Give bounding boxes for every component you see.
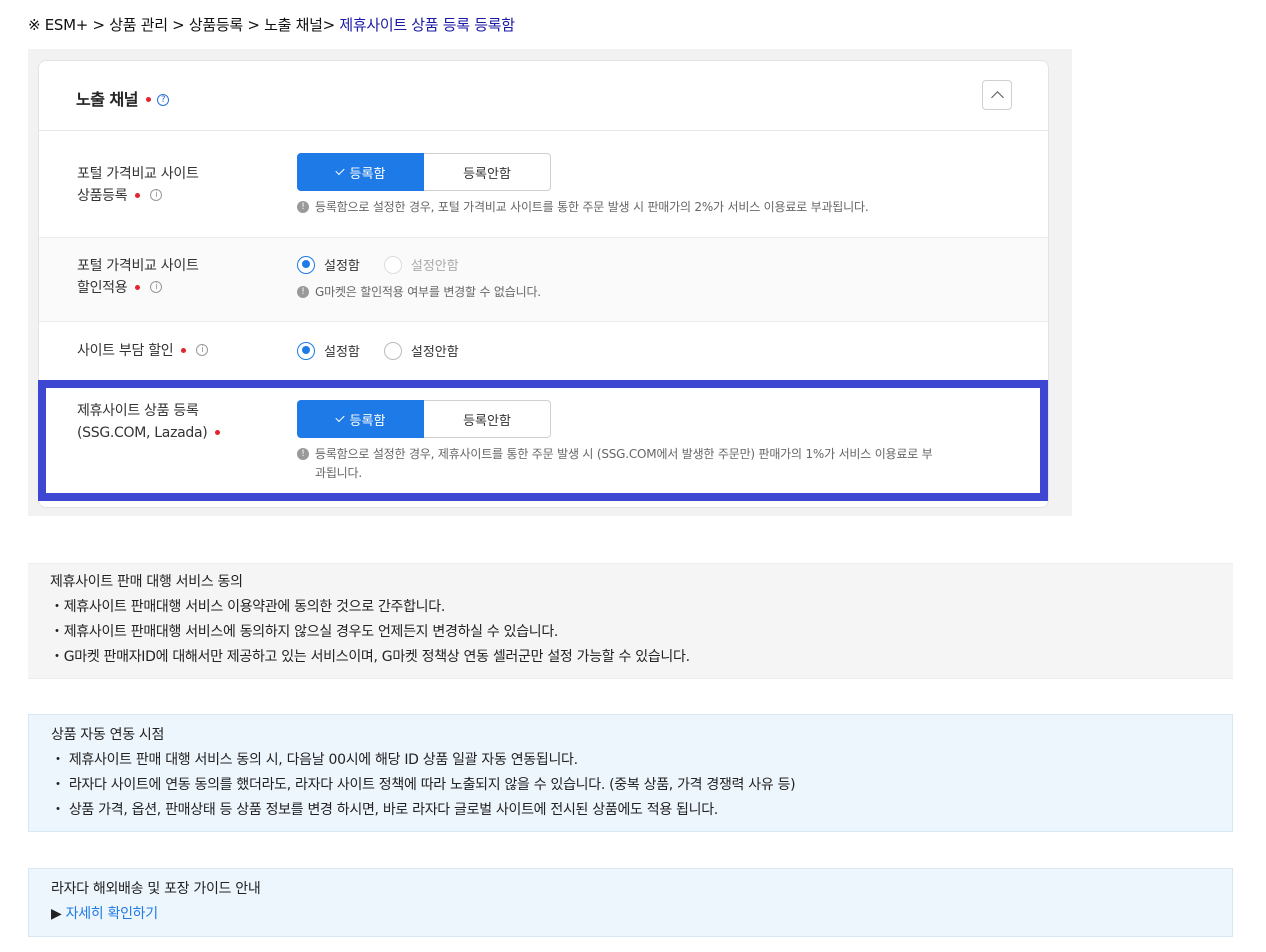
panel-header: 노출 채널? [39,61,1048,131]
guide-box: 라자다 해외배송 및 포장 가이드 안내 ▶ 자세히 확인하기 [28,868,1233,937]
register-on-label: 등록함 [349,166,386,182]
row-note-text: G마켓은 할인적용 여부를 변경할 수 없습니다. [315,285,541,299]
radio-set-on[interactable] [297,255,315,274]
breadcrumb: ※ ESM+ > 상품 관리 > 상품등록 > 노출 채널> 제휴사이트 상품 … [28,14,515,35]
register-off-label: 등록안함 [463,166,511,182]
required-dot [135,284,141,290]
row-label-text: 사이트 부담 할인 [77,343,174,359]
chevron-up-icon [991,91,1004,104]
register-off-button[interactable]: 등록안함 [424,153,551,191]
radio-set-off [383,255,402,274]
required-dot [181,347,187,353]
site-discount-radio-group: 설정함 설정안함 [297,341,483,360]
panel-title: 노출 채널? [76,86,169,110]
radio-set-on-label: 설정함 [324,345,360,360]
discount-radio-group: 설정함 설정안함 [297,255,483,274]
collapse-button[interactable] [982,80,1012,110]
registration-toggle: 등록함 등록안함 [297,153,551,191]
row-note-text: 등록함으로 설정한 경우, 포털 가격비교 사이트를 통한 주문 발생 시 판매… [315,200,869,214]
row-label: 사이트 부담 할인 i [77,340,209,362]
row-label-line2: 할인적용 [77,280,128,296]
info-icon[interactable]: i [196,344,209,356]
register-on-button[interactable]: 등록함 [297,153,424,191]
check-icon [334,165,345,176]
agreement-item: ・제휴사이트 판매대행 서비스 이용약관에 동의한 것으로 간주합니다. [50,599,445,615]
notice-icon: ! [297,200,309,213]
play-arrow-icon: ▶ [51,906,66,922]
row-portal-registration: 포털 가격비교 사이트 상품등록 i 등록함 등록안함 ! 등록함으로 설정한 경우… [39,131,1048,238]
row-portal-discount: 포털 가격비교 사이트 할인적용 i 설정함 설정안함 ! G마켓은 할인적용 여부… [39,238,1048,322]
info-icon[interactable]: i [150,189,163,201]
required-dot [135,192,141,198]
agreement-item: ・G마켓 판매자ID에 대해서만 제공하고 있는 서비스이며, G마켓 정책상 … [50,649,690,665]
radio-set-off[interactable] [383,341,402,360]
sync-title: 상품 자동 연동 시점 [51,727,165,743]
breadcrumb-path: ※ ESM+ > 상품 관리 > 상품등록 > 노출 채널> [28,16,340,34]
sync-item: ・ 상품 가격, 옵션, 판매상태 등 상품 정보를 변경 하시면, 바로 라자… [51,802,718,818]
panel-title-text: 노출 채널 [76,90,138,109]
guide-detail-link[interactable]: 자세히 확인하기 [66,906,159,922]
agreement-box: 제휴사이트 판매 대행 서비스 동의 ・제휴사이트 판매대행 서비스 이용약관에… [28,563,1233,679]
sync-box: 상품 자동 연동 시점 ・ 제휴사이트 판매 대행 서비스 동의 시, 다음날 … [28,714,1233,832]
sync-item: ・ 라자다 사이트에 연동 동의를 했더라도, 라자다 사이트 정책에 따라 노… [51,777,796,793]
row-label-line1: 포털 가격비교 사이트 [77,258,199,274]
radio-set-off-label: 설정안함 [410,345,459,360]
info-icon[interactable]: i [150,281,163,293]
radio-set-on[interactable] [297,341,315,360]
help-icon[interactable]: ? [156,93,169,106]
row-label-line1: 포털 가격비교 사이트 [77,166,199,182]
highlight-frame [38,380,1048,501]
row-label: 포털 가격비교 사이트 할인적용 i [77,255,199,299]
row-site-discount: 사이트 부담 할인 i 설정함 설정안함 [39,322,1048,382]
row-note: ! G마켓은 할인적용 여부를 변경할 수 없습니다. [297,283,541,302]
radio-set-off-label: 설정안함 [410,259,459,274]
agreement-title: 제휴사이트 판매 대행 서비스 동의 [50,574,243,590]
sync-item: ・ 제휴사이트 판매 대행 서비스 동의 시, 다음날 00시에 해당 ID 상… [51,752,578,768]
row-note: ! 등록함으로 설정한 경우, 포털 가격비교 사이트를 통한 주문 발생 시 판… [297,198,869,217]
radio-set-on-label: 설정함 [324,259,360,274]
notice-icon: ! [297,285,309,298]
breadcrumb-current: 제휴사이트 상품 등록 등록함 [339,16,515,34]
required-dot [145,97,151,102]
row-label: 포털 가격비교 사이트 상품등록 i [77,163,199,207]
guide-title: 라자다 해외배송 및 포장 가이드 안내 [51,881,261,897]
agreement-item: ・제휴사이트 판매대행 서비스에 동의하지 않으실 경우도 언제든지 변경하실 … [50,624,559,640]
row-label-line2: 상품등록 [77,188,128,204]
